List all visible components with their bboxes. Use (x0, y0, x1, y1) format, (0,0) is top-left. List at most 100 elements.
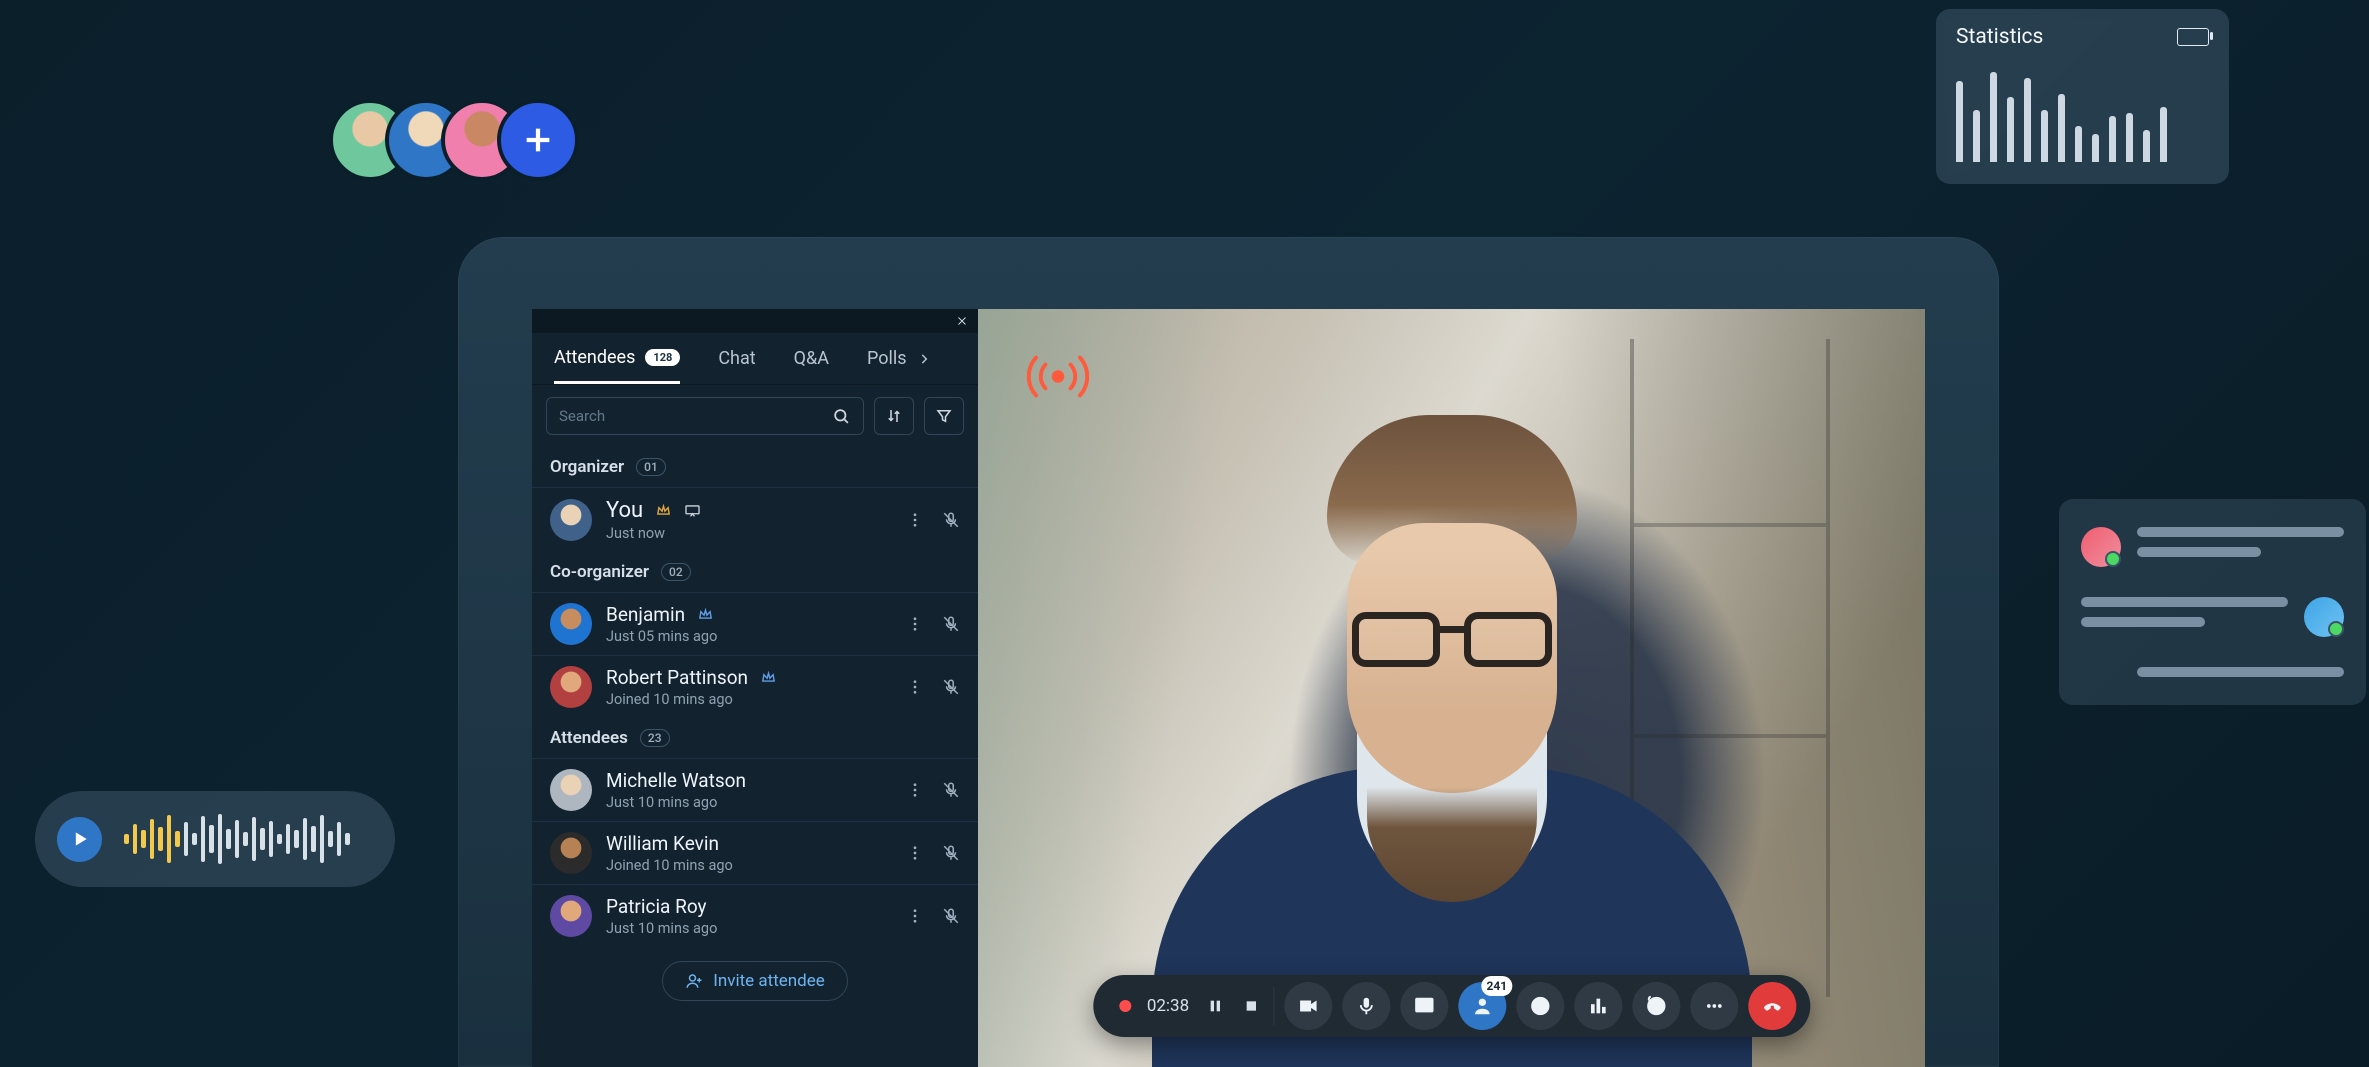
play-button[interactable] (57, 817, 102, 862)
mic-button[interactable] (1342, 982, 1390, 1030)
list-item[interactable]: Benjamin Just 05 mins ago (532, 592, 978, 655)
more-icon (1703, 995, 1725, 1017)
section-title: Co-organizer (550, 562, 649, 582)
panel-tabs: Attendees 128 Chat Q&A Polls (532, 333, 978, 385)
sort-button[interactable] (874, 397, 914, 435)
more-icon[interactable] (906, 678, 924, 696)
chat-message (2081, 667, 2344, 677)
list-item-you[interactable]: You Just now (532, 487, 978, 552)
pause-button[interactable] (1205, 996, 1225, 1016)
person-name: Robert Pattinson (606, 666, 748, 689)
hangup-button[interactable] (1748, 982, 1796, 1030)
statistics-card: Statistics (1936, 9, 2229, 184)
person-name: Patricia Roy (606, 895, 707, 918)
video-feed: 02:38 241 (978, 309, 1925, 1067)
more-icon[interactable] (906, 511, 924, 529)
person-sub: Just 05 mins ago (606, 628, 892, 645)
mic-muted-icon[interactable] (942, 781, 960, 799)
help-icon (1529, 995, 1551, 1017)
search-input-wrapper (546, 397, 864, 435)
avatar (550, 832, 592, 874)
list-item[interactable]: Michelle Watson Just 10 mins ago (532, 758, 978, 821)
person-sub: Just 10 mins ago (606, 920, 892, 937)
person-sub: Just 10 mins ago (606, 794, 892, 811)
add-participant-button[interactable] (497, 99, 579, 181)
person-sub: Joined 10 mins ago (606, 691, 892, 708)
invite-attendee-button[interactable]: Invite attendee (662, 961, 848, 1001)
statistics-title: Statistics (1956, 25, 2043, 49)
avatar (550, 499, 592, 541)
list-item[interactable]: William Kevin Joined 10 mins ago (532, 821, 978, 884)
more-icon[interactable] (906, 844, 924, 862)
tab-label: Q&A (794, 348, 829, 369)
people-button[interactable]: 241 (1458, 982, 1506, 1030)
section-attendees: Attendees 23 (532, 718, 978, 758)
tab-chat[interactable]: Chat (718, 333, 755, 384)
person-name: William Kevin (606, 832, 719, 855)
camera-icon (1297, 995, 1319, 1017)
person-name: Michelle Watson (606, 769, 746, 792)
reactions-button[interactable] (1632, 982, 1680, 1030)
people-count-badge: 241 (1482, 976, 1513, 996)
tab-label: Attendees (554, 347, 635, 368)
more-icon[interactable] (906, 615, 924, 633)
meeting-window: Attendees 128 Chat Q&A Polls (458, 237, 1999, 1067)
stop-icon (1243, 998, 1259, 1014)
more-icon[interactable] (906, 781, 924, 799)
chat-message (2081, 527, 2344, 567)
section-title: Organizer (550, 457, 624, 477)
tab-qa[interactable]: Q&A (794, 333, 829, 384)
stop-button[interactable] (1241, 996, 1261, 1016)
chevron-right-icon (917, 352, 931, 366)
play-icon (70, 829, 90, 849)
more-options-button[interactable] (1690, 982, 1738, 1030)
mic-muted-icon[interactable] (942, 907, 960, 925)
share-screen-button[interactable] (1400, 982, 1448, 1030)
invite-icon (685, 972, 703, 990)
search-input[interactable] (559, 407, 832, 425)
mic-icon (1355, 995, 1377, 1017)
section-title: Attendees (550, 728, 628, 748)
filter-button[interactable] (924, 397, 964, 435)
control-bar: 02:38 241 (1093, 975, 1810, 1037)
battery-icon (2177, 28, 2209, 46)
search-icon[interactable] (832, 407, 851, 426)
crown-icon (697, 606, 714, 623)
camera-button[interactable] (1284, 982, 1332, 1030)
plus-icon (521, 123, 555, 157)
reactions-icon (1645, 995, 1667, 1017)
audio-player (35, 791, 395, 887)
hangup-icon (1761, 995, 1783, 1017)
audio-waveform[interactable] (124, 814, 350, 864)
attendees-panel: Attendees 128 Chat Q&A Polls (532, 309, 978, 1067)
chat-preview-card (2059, 499, 2366, 705)
invite-label: Invite attendee (713, 971, 825, 991)
sort-icon (885, 407, 903, 425)
statistics-bars (1956, 67, 2209, 162)
tab-attendees[interactable]: Attendees 128 (554, 333, 680, 384)
close-icon[interactable] (956, 315, 968, 327)
attendees-count-badge: 128 (645, 349, 680, 366)
pause-icon (1207, 998, 1223, 1014)
tab-polls[interactable]: Polls (867, 333, 931, 384)
section-count: 01 (636, 458, 666, 476)
section-count: 23 (640, 729, 670, 747)
participant-avatar-cluster (329, 99, 579, 181)
help-button[interactable] (1516, 982, 1564, 1030)
poll-button[interactable] (1574, 982, 1622, 1030)
mic-muted-icon[interactable] (942, 615, 960, 633)
mic-muted-icon[interactable] (942, 844, 960, 862)
tab-label: Chat (718, 348, 755, 369)
crown-icon (760, 669, 777, 686)
list-item[interactable]: Robert Pattinson Joined 10 mins ago (532, 655, 978, 718)
presenter-icon (684, 504, 701, 517)
list-item[interactable]: Patricia Roy Just 10 mins ago (532, 884, 978, 947)
more-icon[interactable] (906, 907, 924, 925)
section-count: 02 (661, 563, 691, 581)
section-coorganizer: Co-organizer 02 (532, 552, 978, 592)
poll-icon (1587, 995, 1609, 1017)
mic-muted-icon[interactable] (942, 678, 960, 696)
mic-muted-icon[interactable] (942, 511, 960, 529)
avatar (550, 666, 592, 708)
tab-label: Polls (867, 348, 907, 369)
